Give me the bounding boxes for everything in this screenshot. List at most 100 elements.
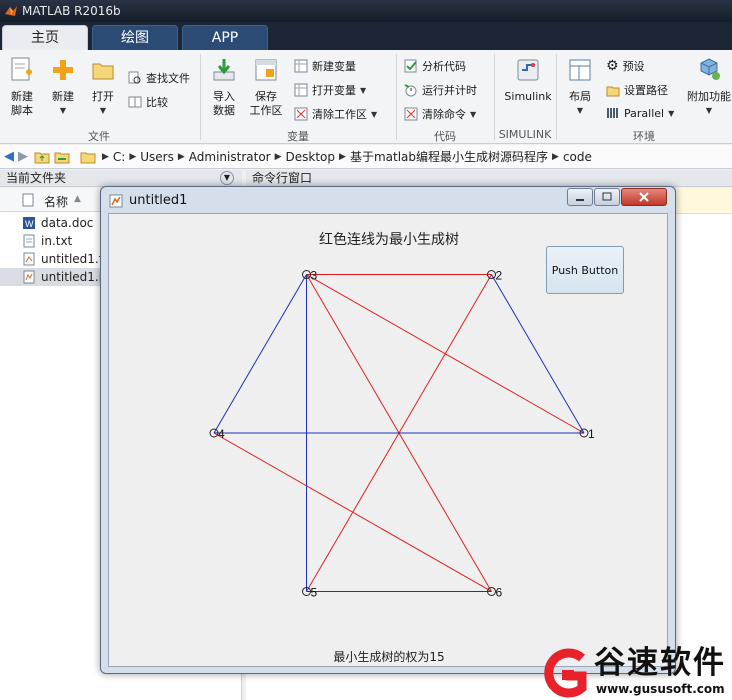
word-doc-icon: W	[23, 217, 35, 229]
address-bar: ◀ ▶ ▶ C: ▶ Users ▶ Administrator ▶ Deskt…	[0, 145, 732, 169]
find-files-icon	[128, 71, 141, 84]
parallel-caret-icon: ▼	[668, 108, 675, 118]
import-data-label: 导入 数据	[213, 90, 235, 117]
maximize-button[interactable]	[594, 188, 620, 206]
maximize-icon	[602, 192, 612, 201]
breadcrumb-separator-icon: ▶	[177, 151, 185, 162]
figure-title: untitled1	[129, 193, 188, 208]
minimize-button[interactable]	[567, 188, 593, 206]
breadcrumb-desktop[interactable]: Desktop	[286, 150, 336, 164]
variable-group-label: 变量	[287, 130, 309, 143]
analyze-code-button[interactable]: 分析代码	[404, 58, 466, 74]
text-file-icon	[23, 234, 35, 248]
graph-edge-2-1	[491, 274, 585, 434]
up-folder-icon[interactable]	[34, 150, 50, 164]
command-window-title: 命令行窗口	[252, 171, 313, 185]
layout-caret-icon: ▼	[576, 106, 584, 115]
watermark-logo-icon	[544, 648, 587, 698]
matlab-logo-icon	[5, 6, 17, 16]
name-column-label: 名称	[44, 195, 69, 209]
breadcrumb-project[interactable]: 基于matlab编程最小生成树源码程序	[350, 148, 548, 165]
layout-button[interactable]: 布局 ▼	[562, 56, 598, 118]
file-column-icon	[22, 193, 34, 207]
compare-label: 比较	[146, 96, 168, 109]
fig-file-icon	[23, 252, 35, 266]
import-data-icon	[213, 59, 235, 81]
environment-group-label: 环境	[633, 130, 655, 143]
file-name: untitled1.fi	[41, 252, 107, 266]
m-file-icon	[23, 270, 35, 284]
parallel-icon	[607, 108, 618, 118]
gear-icon: ⚙	[606, 58, 619, 74]
breadcrumb-separator-icon: ▶	[552, 151, 559, 162]
figure-window: untitled1 123456 红色连线为最小生成树 Push Button …	[100, 186, 676, 674]
simulink-button[interactable]: Simulink	[500, 56, 556, 104]
svg-text:W: W	[25, 219, 34, 229]
clear-commands-label: 清除命令	[422, 108, 466, 121]
back-icon[interactable]: ◀	[4, 149, 14, 164]
parallel-label: Parallel	[624, 106, 665, 120]
run-and-time-button[interactable]: 运行并计时	[404, 82, 477, 98]
browse-folder-icon[interactable]	[54, 150, 70, 164]
new-script-icon	[11, 57, 32, 81]
find-files-button[interactable]: 查找文件	[128, 70, 190, 86]
tab-home[interactable]: 主页	[2, 25, 88, 50]
close-icon	[639, 192, 649, 202]
run-and-time-icon	[404, 84, 417, 97]
simulink-group-label: SIMULINK	[498, 128, 552, 141]
forward-icon[interactable]: ▶	[18, 149, 28, 164]
open-variable-icon	[294, 83, 308, 97]
find-files-label: 查找文件	[146, 72, 190, 85]
preferences-button[interactable]: ⚙ 预设	[606, 58, 645, 74]
graph-edge-3-4	[213, 274, 307, 434]
graph-edge-4-6	[213, 432, 492, 592]
new-plus-icon	[53, 60, 73, 80]
simulink-icon	[517, 59, 539, 81]
breadcrumb-c[interactable]: C:	[113, 150, 125, 164]
breadcrumb-users[interactable]: Users	[140, 150, 174, 164]
graph-node-label-4: 4	[218, 427, 225, 441]
set-path-icon	[606, 86, 620, 97]
run-and-time-label: 运行并计时	[422, 84, 477, 97]
current-folder-title: 当前文件夹	[6, 171, 67, 185]
new-script-button[interactable]: 新建 脚本	[4, 56, 40, 118]
add-ons-button[interactable]: 附加功能 ▼	[686, 56, 732, 118]
clear-workspace-button[interactable]: 清除工作区 ▼	[294, 106, 377, 122]
save-workspace-icon	[255, 59, 277, 81]
graph-node-label-2: 2	[496, 269, 503, 283]
import-data-button[interactable]: 导入 数据	[206, 56, 242, 118]
figure-icon	[109, 194, 123, 208]
simulink-label: Simulink	[504, 90, 552, 103]
add-ons-label: 附加功能	[687, 90, 731, 103]
layout-label: 布局	[569, 90, 591, 103]
new-label: 新建	[52, 90, 74, 103]
current-folder-header: 当前文件夹 ▼	[0, 170, 242, 187]
tab-plots[interactable]: 绘图	[92, 25, 178, 50]
layout-icon	[569, 59, 591, 81]
breadcrumb-code[interactable]: code	[563, 150, 592, 164]
breadcrumb-separator-icon: ▶	[102, 151, 109, 162]
graph-node-label-6: 6	[496, 585, 503, 599]
new-button[interactable]: 新建 ▼	[46, 56, 80, 118]
compare-button[interactable]: 比较	[128, 94, 168, 110]
clear-commands-button[interactable]: 清除命令 ▼	[404, 106, 476, 122]
close-button[interactable]	[621, 188, 667, 206]
push-button[interactable]: Push Button	[546, 246, 624, 294]
new-variable-label: 新建变量	[312, 60, 356, 73]
command-window-header: 命令行窗口	[246, 170, 732, 187]
set-path-button[interactable]: 设置路径	[606, 82, 668, 98]
breadcrumb-administrator[interactable]: Administrator	[189, 150, 271, 164]
clear-commands-caret-icon: ▼	[470, 109, 477, 119]
sort-ascending-icon: ▲	[74, 194, 81, 204]
new-caret-icon: ▼	[59, 106, 67, 115]
tab-apps[interactable]: APP	[182, 25, 268, 50]
open-caret-icon: ▼	[99, 106, 107, 115]
panel-menu-icon[interactable]: ▼	[220, 171, 234, 185]
open-variable-button[interactable]: 打开变量 ▼	[294, 82, 366, 98]
new-variable-icon	[294, 59, 308, 73]
parallel-button[interactable]: Parallel ▼	[606, 106, 674, 120]
save-workspace-button[interactable]: 保存 工作区	[246, 56, 286, 118]
new-variable-button[interactable]: 新建变量	[294, 58, 356, 74]
open-button[interactable]: 打开 ▼	[86, 56, 120, 118]
breadcrumb-separator-icon: ▶	[274, 151, 282, 162]
